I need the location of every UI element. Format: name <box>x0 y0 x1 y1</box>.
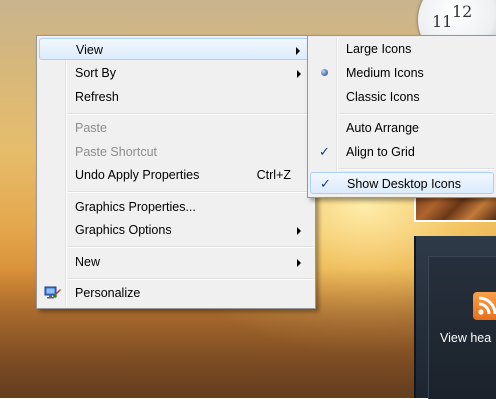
menu-item-view[interactable]: View <box>39 38 313 60</box>
menu-separator <box>339 168 494 170</box>
menu-item-label: Medium Icons <box>346 66 424 80</box>
menu-item-refresh[interactable]: Refresh <box>39 86 313 108</box>
submenu-arrow-icon <box>296 47 300 55</box>
menu-item-label: Auto Arrange <box>346 121 419 135</box>
view-submenu: Large Icons Medium Icons Classic Icons A… <box>307 35 496 198</box>
menu-item-label: Show Desktop Icons <box>347 177 461 191</box>
menu-item-label: Graphics Properties... <box>75 200 196 214</box>
menu-item-label: Sort By <box>75 66 116 80</box>
menu-item-paste-shortcut[interactable]: Paste Shortcut <box>39 141 313 163</box>
menu-item-label: New <box>75 255 101 269</box>
rss-icon <box>473 292 496 320</box>
menu-separator <box>339 113 494 115</box>
menu-item-sort-by[interactable]: Sort By <box>39 62 313 84</box>
submenu-item-large-icons[interactable]: Large Icons <box>310 38 494 60</box>
menu-item-paste[interactable]: Paste <box>39 117 313 139</box>
feed-panel <box>428 256 496 399</box>
clock-numeral-11: 11 <box>432 12 453 31</box>
submenu-arrow-icon <box>297 259 301 267</box>
menu-item-graphics-options[interactable]: Graphics Options <box>39 219 313 241</box>
menu-item-graphics-properties[interactable]: Graphics Properties... <box>39 196 313 218</box>
menu-item-label: Paste <box>75 121 107 135</box>
menu-separator <box>68 191 313 193</box>
menu-separator <box>68 113 313 115</box>
feed-view-headlines-link[interactable]: View hea <box>440 331 491 345</box>
clock-numeral-12: 12 <box>452 2 473 21</box>
submenu-item-medium-icons[interactable]: Medium Icons <box>310 62 494 84</box>
menu-item-label: Large Icons <box>346 42 412 56</box>
menu-item-label: View <box>76 43 103 57</box>
menu-item-label: Undo Apply Properties <box>75 168 200 182</box>
menu-item-label: Personalize <box>75 286 141 300</box>
menu-item-undo-apply-properties[interactable]: Undo Apply Properties Ctrl+Z <box>39 164 313 186</box>
menu-item-shortcut: Ctrl+Z <box>256 168 291 182</box>
submenu-item-auto-arrange[interactable]: Auto Arrange <box>310 117 494 139</box>
menu-separator <box>68 246 313 248</box>
personalize-icon <box>44 285 62 301</box>
menu-item-label: Paste Shortcut <box>75 145 157 159</box>
menu-item-label: Graphics Options <box>75 223 172 237</box>
desktop-context-menu: View Sort By Refresh Paste Paste Shortcu… <box>36 35 316 309</box>
feed-headlines-gadget[interactable]: View hea <box>414 236 496 399</box>
checkmark-icon: ✓ <box>319 144 330 159</box>
submenu-item-classic-icons[interactable]: Classic Icons <box>310 86 494 108</box>
menu-item-personalize[interactable]: Personalize <box>39 282 313 304</box>
menu-separator <box>68 278 313 280</box>
checkmark-icon: ✓ <box>320 176 331 191</box>
menu-item-new[interactable]: New <box>39 251 313 273</box>
radio-bullet-icon <box>321 69 328 76</box>
submenu-arrow-icon <box>297 70 301 78</box>
submenu-item-align-to-grid[interactable]: ✓ Align to Grid <box>310 141 494 163</box>
menu-item-label: Align to Grid <box>346 145 415 159</box>
submenu-item-show-desktop-icons[interactable]: ✓ Show Desktop Icons <box>310 172 494 194</box>
menu-item-label: Classic Icons <box>346 90 420 104</box>
menu-item-label: Refresh <box>75 90 119 104</box>
submenu-arrow-icon <box>297 227 301 235</box>
